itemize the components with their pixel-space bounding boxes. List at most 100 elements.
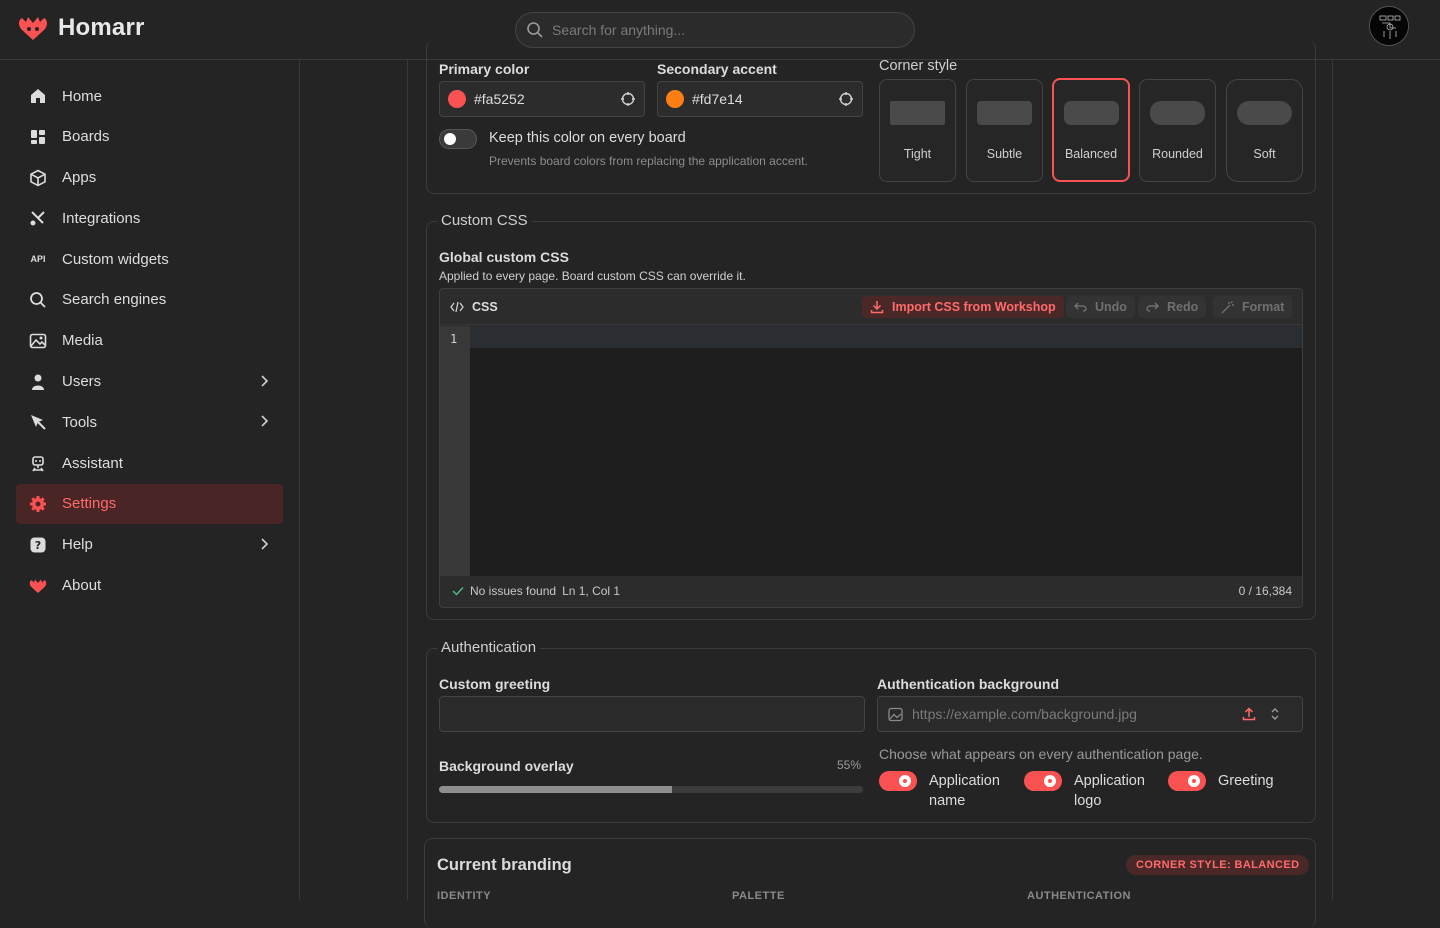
toggle-label-line: name	[929, 793, 966, 809]
custom-greeting-label: Custom greeting	[439, 676, 551, 692]
eyedropper-icon[interactable]	[620, 91, 636, 107]
sidebar-item-search-engines[interactable]: Search engines	[16, 280, 283, 320]
branding-col-identity: IDENTITY	[437, 890, 492, 902]
toggle-application-logo[interactable]	[1024, 771, 1062, 791]
corner-option-subtle[interactable]: Subtle	[966, 79, 1043, 182]
branding-title: Current branding	[437, 856, 572, 874]
import-css-label: Import CSS from Workshop	[892, 300, 1056, 314]
auth-choose-hint: Choose what appears on every authenticat…	[879, 746, 1203, 762]
toggle-label-line: Application	[1074, 773, 1145, 789]
sidebar-item-label: Boards	[62, 128, 110, 146]
primary-color-label: Primary color	[439, 61, 530, 77]
download-icon	[870, 301, 884, 314]
sidebar-item-assistant[interactable]: Assistant	[16, 443, 283, 483]
apps-icon	[28, 168, 48, 188]
corner-style-label: Corner style	[879, 58, 958, 74]
editor-status-bar: No issues found Ln 1, Col 1 0 / 16,384	[440, 575, 1302, 607]
sidebar-item-label: Help	[62, 536, 93, 554]
toggle-greeting[interactable]	[1168, 771, 1206, 791]
toggle-knob	[1188, 775, 1200, 787]
keep-color-hint: Prevents board colors from replacing the…	[489, 154, 808, 168]
toggle-label-line: logo	[1074, 793, 1102, 809]
sidebar-item-home[interactable]: Home	[16, 76, 283, 116]
avatar[interactable]	[1369, 6, 1409, 46]
assistant-icon	[28, 453, 48, 473]
redo-button[interactable]: Redo	[1138, 296, 1207, 318]
corner-option-label: Balanced	[1064, 147, 1118, 161]
toggle-knob	[1044, 775, 1056, 787]
upload-icon[interactable]	[1242, 707, 1256, 721]
global-css-title: Global custom CSS	[439, 249, 569, 265]
primary-color-input[interactable]: #fa5252	[439, 81, 645, 117]
toggle-application-name[interactable]	[879, 771, 917, 791]
toggle-knob	[899, 775, 911, 787]
settings-content: Primary color #fa5252 Secondary accent #…	[407, 40, 1333, 928]
redo-label: Redo	[1167, 300, 1199, 314]
authentication-panel: Authentication Custom greeting Authentic…	[426, 639, 1316, 823]
search-input[interactable]	[552, 22, 892, 38]
corner-option-balanced[interactable]: Balanced	[1052, 78, 1130, 182]
corner-option-rounded[interactable]: Rounded	[1139, 79, 1216, 182]
secondary-color-value: #fd7e14	[692, 91, 743, 107]
chevron-right-icon	[261, 375, 269, 387]
search-icon	[28, 290, 48, 310]
sidebar-item-label: Custom widgets	[62, 250, 169, 268]
sidebar-item-users[interactable]: Users	[16, 362, 283, 402]
sidebar-item-help[interactable]: ? Help	[16, 525, 283, 565]
api-icon: API	[30, 254, 46, 265]
sidebar: Home Boards Apps Integrations API Custom…	[0, 60, 300, 900]
undo-icon	[1074, 302, 1087, 312]
secondary-color-input[interactable]: #fd7e14	[657, 81, 863, 117]
app-logo[interactable]: Homarr	[16, 14, 145, 42]
line-number: 1	[450, 332, 458, 346]
undo-label: Undo	[1095, 300, 1127, 314]
sidebar-item-label: Media	[62, 332, 103, 350]
import-css-button[interactable]: Import CSS from Workshop	[862, 296, 1064, 318]
keep-color-label: Keep this color on every board	[489, 130, 686, 146]
overlay-slider[interactable]	[439, 786, 863, 793]
cursor-position: Ln 1, Col 1	[562, 584, 621, 598]
corner-option-tight[interactable]: Tight	[879, 79, 956, 182]
sidebar-item-tools[interactable]: Tools	[16, 402, 283, 442]
wand-icon	[1221, 300, 1234, 313]
sidebar-item-integrations[interactable]: Integrations	[16, 198, 283, 238]
custom-css-legend: Custom CSS	[437, 212, 532, 229]
home-icon	[28, 86, 48, 106]
corner-option-label: Soft	[1253, 147, 1276, 161]
keep-color-toggle[interactable]	[439, 129, 477, 149]
code-icon	[450, 301, 464, 312]
undo-button[interactable]: Undo	[1066, 296, 1135, 318]
integrations-icon	[28, 208, 48, 228]
corner-option-soft[interactable]: Soft	[1226, 79, 1303, 182]
secondary-color-swatch[interactable]	[666, 90, 684, 108]
custom-greeting-input[interactable]	[439, 696, 865, 732]
sidebar-item-label: Search engines	[62, 291, 167, 309]
auth-background-input[interactable]: https://example.com/background.jpg	[877, 696, 1303, 732]
corner-preview	[1063, 101, 1119, 125]
sidebar-item-apps[interactable]: Apps	[16, 158, 283, 198]
sidebar-item-settings[interactable]: Settings	[16, 483, 283, 524]
image-icon	[888, 707, 903, 722]
sidebar-item-about[interactable]: About	[16, 566, 283, 606]
overlay-slider-fill	[439, 786, 673, 793]
auth-background-label: Authentication background	[877, 676, 1059, 692]
branding-col-authentication: AUTHENTICATION	[1027, 890, 1131, 902]
corner-preview	[1150, 101, 1205, 125]
primary-color-swatch[interactable]	[448, 90, 466, 108]
sidebar-item-label: Tools	[62, 413, 98, 431]
format-button[interactable]: Format	[1213, 296, 1293, 318]
sidebar-item-media[interactable]: Media	[16, 321, 283, 361]
secondary-color-label: Secondary accent	[657, 61, 777, 77]
selector-icon[interactable]	[1270, 707, 1280, 721]
authentication-legend: Authentication	[437, 639, 541, 656]
toggle-label: Application name	[929, 771, 1000, 811]
custom-css-panel: Custom CSS Global custom CSS Applied to …	[426, 212, 1316, 620]
search-icon	[527, 22, 543, 38]
css-code-area[interactable]	[470, 326, 1302, 576]
sidebar-item-custom-widgets[interactable]: API Custom widgets	[16, 239, 283, 279]
branding-col-palette: PALETTE	[732, 890, 785, 902]
sidebar-item-label: Home	[62, 87, 103, 105]
eyedropper-icon[interactable]	[838, 91, 854, 107]
logo-icon	[19, 17, 47, 40]
sidebar-item-boards[interactable]: Boards	[16, 117, 283, 157]
